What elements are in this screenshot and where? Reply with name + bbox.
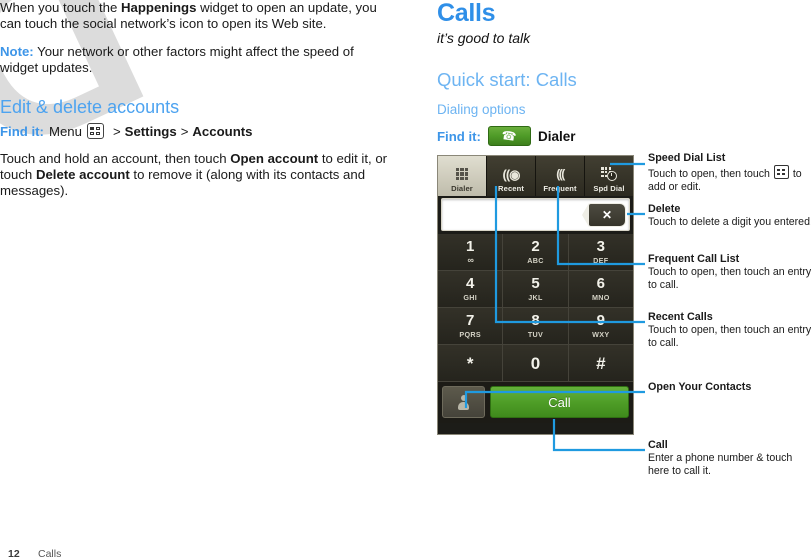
- callout-call: Call Enter a phone number & touch here t…: [648, 439, 811, 479]
- callout-frequent-call-list: Frequent Call List Touch to open, then t…: [648, 253, 811, 293]
- callout-open-your-contacts: Open Your Contacts: [648, 381, 811, 394]
- page-number: 12: [8, 548, 20, 560]
- callout-title: Open Your Contacts: [648, 381, 752, 393]
- callout-body: Enter a phone number & touch here to cal…: [648, 452, 793, 478]
- callout-body-before: Touch to open, then touch: [648, 168, 773, 181]
- callout-delete: Delete Touch to delete a digit you enter…: [648, 203, 811, 229]
- callout-body: Touch to open, then touch an entry to ca…: [648, 266, 811, 292]
- callout-title: Delete: [648, 203, 681, 215]
- callout-body: Touch to delete a digit you entered.: [648, 216, 811, 229]
- callout-title: Frequent Call List: [648, 253, 740, 265]
- callout-title: Call: [648, 439, 668, 451]
- callout-speed-dial-list: Speed Dial List Touch to open, then touc…: [648, 152, 811, 195]
- menu-key-icon: [773, 165, 789, 180]
- callout-body: Touch to open, then touch an entry to ca…: [648, 324, 811, 350]
- callout-title: Speed Dial List: [648, 152, 726, 164]
- callout-text-layer: Speed Dial List Touch to open, then touc…: [0, 0, 811, 556]
- footer-chapter-name: Calls: [38, 548, 62, 560]
- callout-title: Recent Calls: [648, 311, 713, 323]
- callout-body: Touch to open, then touch to add or edit…: [648, 165, 811, 194]
- callout-recent-calls: Recent Calls Touch to open, then touch a…: [648, 311, 811, 351]
